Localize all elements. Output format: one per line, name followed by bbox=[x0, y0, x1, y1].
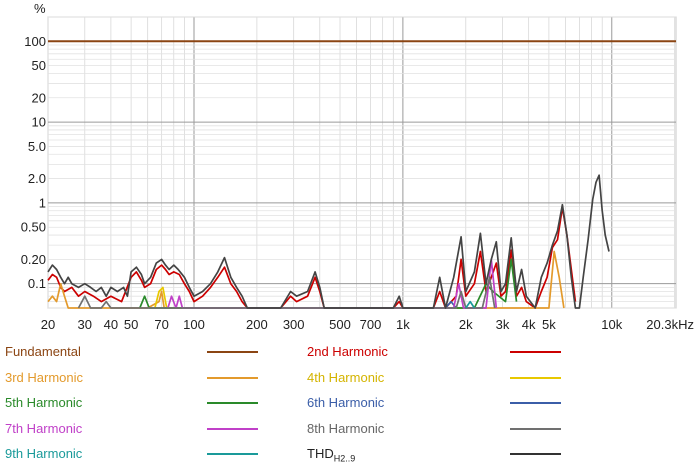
legend-label-text: 6th Harmonic bbox=[307, 395, 385, 410]
y-tick-label: 100 bbox=[24, 34, 46, 49]
legend-swatch-line bbox=[510, 351, 561, 353]
legend-label-text: 9th Harmonic bbox=[5, 446, 83, 461]
y-tick-label: 2.0 bbox=[28, 171, 46, 186]
x-tick-label: 200 bbox=[246, 317, 268, 332]
legend-swatch-line bbox=[510, 453, 561, 455]
x-tick-label: 1k bbox=[396, 317, 410, 332]
legend-label: Fundamental bbox=[5, 344, 81, 359]
x-tick-label: 700 bbox=[360, 317, 382, 332]
x-tick-label: 2k bbox=[459, 317, 473, 332]
legend-label-text: Fundamental bbox=[5, 344, 81, 359]
legend-swatch-line bbox=[207, 351, 258, 353]
legend-label: 7th Harmonic bbox=[5, 421, 82, 436]
y-tick-label: 0.50 bbox=[21, 220, 46, 235]
legend-label: 9th Harmonic bbox=[5, 446, 82, 461]
legend: Fundamental 2nd Harmonic 3rd Harmonic 4th H… bbox=[0, 338, 700, 473]
y-tick-label: 0.20 bbox=[21, 252, 46, 267]
legend-label-text: 3rd Harmonic bbox=[5, 369, 84, 385]
legend-label: 5th Harmonic bbox=[5, 395, 82, 410]
legend-label: 6th Harmonic bbox=[307, 395, 384, 410]
legend-label: THDH2..9 bbox=[307, 446, 355, 464]
thd-chart: % 20 30 40 50 70 100 200 300 500 700 1k 2k 3k 4k 5k 10k… bbox=[21, 1, 694, 332]
y-tick-label: 20 bbox=[32, 90, 46, 105]
legend-swatch-line bbox=[510, 427, 561, 430]
legend-swatch-line bbox=[207, 376, 258, 379]
legend-swatch-line bbox=[207, 453, 258, 455]
legend-label-text: 7th Harmonic bbox=[5, 420, 83, 436]
legend-label: 2nd Harmonic bbox=[307, 344, 388, 359]
x-tick-label: 40 bbox=[104, 317, 118, 332]
x-tick-label: 100 bbox=[183, 317, 205, 332]
x-tick-label: 500 bbox=[329, 317, 351, 332]
x-tick-label: 20 bbox=[41, 317, 55, 332]
y-tick-label: 5.0 bbox=[28, 139, 46, 154]
x-tick-label: 3k bbox=[496, 317, 510, 332]
legend-label: 8th Harmonic bbox=[307, 421, 384, 436]
legend-label-text: 8th Harmonic bbox=[307, 420, 385, 436]
legend-swatch-line bbox=[510, 402, 561, 404]
x-tick-label: 50 bbox=[124, 317, 138, 332]
y-unit-label: % bbox=[34, 1, 46, 16]
legend-label-text: THD bbox=[307, 446, 334, 461]
legend-label-subscript: H2..9 bbox=[333, 453, 356, 464]
x-tick-label: 10k bbox=[601, 317, 622, 332]
x-tick-label: 300 bbox=[283, 317, 305, 332]
legend-label-text: 2nd Harmonic bbox=[307, 344, 388, 359]
y-tick-label: 50 bbox=[32, 58, 46, 73]
legend-swatch-line bbox=[207, 402, 258, 404]
x-tick-label: 70 bbox=[154, 317, 168, 332]
y-tick-label: 10 bbox=[32, 115, 46, 130]
x-tick-label: 5k bbox=[542, 317, 556, 332]
chart-grid bbox=[47, 16, 677, 309]
x-tick-label: 4k bbox=[522, 317, 536, 332]
legend-swatch-line bbox=[207, 427, 258, 430]
legend-swatch-line bbox=[510, 376, 561, 379]
y-tick-label: 1 bbox=[39, 195, 46, 210]
y-tick-label: 0.1 bbox=[28, 276, 46, 291]
legend-label: 3rd Harmonic bbox=[5, 370, 83, 385]
x-tick-label: 30 bbox=[78, 317, 92, 332]
x-tick-label: 20.3kHz bbox=[646, 317, 694, 332]
plot-area bbox=[47, 16, 677, 309]
legend-label-text: 5th Harmonic bbox=[5, 395, 83, 410]
legend-label: 4th Harmonic bbox=[307, 370, 384, 385]
legend-label-text: 4th Harmonic bbox=[307, 369, 385, 385]
